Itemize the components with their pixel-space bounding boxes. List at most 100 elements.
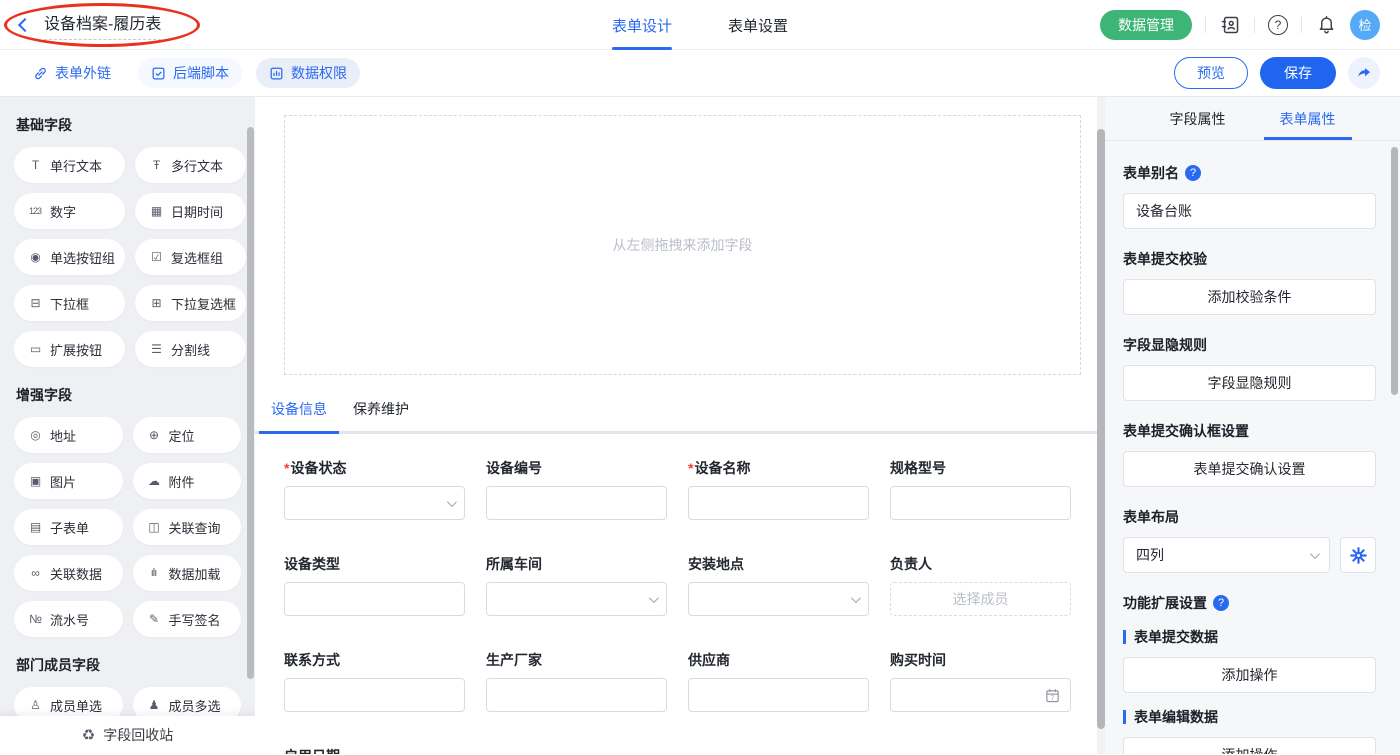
data-permission-button[interactable]: 数据权限 [256, 58, 360, 88]
device-name-input[interactable] [688, 486, 869, 520]
field-device-number[interactable]: 设备编号 [486, 458, 667, 520]
manufacturer-input[interactable] [486, 678, 667, 712]
data-manage-button[interactable]: 数据管理 [1100, 10, 1192, 40]
divider-line-icon: ☰ [148, 342, 164, 356]
field-workshop[interactable]: 所属车间 [486, 554, 667, 616]
share-button[interactable] [1348, 57, 1380, 89]
field-install-location[interactable]: 安装地点 [688, 554, 869, 616]
sidebar-item-multi-dropdown[interactable]: ⊞下拉复选框 [135, 285, 246, 321]
field-label: *设备名称 [688, 458, 869, 478]
preview-button[interactable]: 预览 [1174, 57, 1248, 89]
form-external-link-button[interactable]: 表单外链 [20, 58, 124, 88]
field-visibility-button[interactable]: 字段显隐规则 [1123, 365, 1376, 401]
help-circle-icon[interactable]: ? [1185, 165, 1201, 181]
tab-form-settings[interactable]: 表单设置 [728, 0, 788, 50]
contacts-icon[interactable] [1219, 14, 1241, 36]
device-number-input[interactable] [486, 486, 667, 520]
spec-model-input[interactable] [890, 486, 1071, 520]
recycle-icon: ♻ [82, 726, 95, 744]
sidebar-item-datetime[interactable]: ▦日期时间 [135, 193, 246, 229]
field-recycle-bin[interactable]: ♻ 字段回收站 [0, 716, 255, 754]
section-title-enhanced-fields: 增强字段 [16, 385, 239, 405]
radio-group-icon: ◉ [27, 250, 43, 264]
sidebar-scroll-thumb[interactable] [247, 127, 254, 679]
contact-input[interactable] [284, 678, 465, 712]
sidebar-item-divider-line[interactable]: ☰分割线 [135, 331, 246, 367]
link-icon [33, 66, 48, 81]
linked-query-icon: ◫ [146, 520, 162, 534]
sidebar-item-signature[interactable]: ✎手写签名 [133, 601, 242, 637]
divider [1205, 17, 1206, 33]
field-device-status[interactable]: *设备状态 [284, 458, 465, 520]
layout-settings-button[interactable] [1340, 537, 1376, 573]
sidebar-item-checkbox-group[interactable]: ☑复选框组 [135, 239, 246, 275]
sidebar-item-radio-group[interactable]: ◉单选按钮组 [14, 239, 125, 275]
notification-bell-icon[interactable] [1315, 14, 1337, 36]
recycle-label: 字段回收站 [103, 725, 173, 745]
help-circle-icon[interactable]: ? [1213, 595, 1229, 611]
form-canvas: 从左侧拖拽来添加字段 设备信息 保养维护 *设备状态 设备编号 *设备名称 规格… [255, 97, 1097, 754]
field-drop-zone[interactable]: 从左侧拖拽来添加字段 [284, 115, 1081, 375]
field-enable-date[interactable]: 启用日期 [284, 746, 465, 754]
supplier-input[interactable] [688, 678, 869, 712]
sidebar-item-single-line-text[interactable]: T单行文本 [14, 147, 125, 183]
add-validation-button[interactable]: 添加校验条件 [1123, 279, 1376, 315]
canvas-scrollbar[interactable] [1097, 97, 1105, 754]
tab-field-properties[interactable]: 字段属性 [1170, 97, 1226, 140]
page-title: 设备档案-履历表 [44, 10, 161, 40]
sidebar-item-image[interactable]: ▣图片 [14, 463, 123, 499]
sidebar-item-label: 下拉复选框 [171, 294, 236, 313]
canvas-scroll-thumb[interactable] [1097, 129, 1105, 729]
tab-form-properties[interactable]: 表单属性 [1280, 97, 1336, 140]
purchase-time-datepicker[interactable]: 7 [890, 678, 1071, 712]
tab-form-design[interactable]: 表单设计 [612, 0, 672, 50]
field-device-name[interactable]: *设备名称 [688, 458, 869, 520]
form-layout-select[interactable]: 四列 [1123, 537, 1330, 573]
confirm-box-button[interactable]: 表单提交确认设置 [1123, 451, 1376, 487]
sidebar-item-linked-data[interactable]: ∞关联数据 [14, 555, 123, 591]
sidebar-item-label: 复选框组 [171, 248, 223, 267]
sidebar-item-extend-button[interactable]: ▭扩展按钮 [14, 331, 125, 367]
field-manufacturer[interactable]: 生产厂家 [486, 650, 667, 712]
user-avatar[interactable]: 检 [1350, 10, 1380, 40]
panel-scroll-thumb[interactable] [1391, 147, 1398, 395]
workshop-select[interactable] [486, 582, 667, 616]
submit-data-add-button[interactable]: 添加操作 [1123, 657, 1376, 693]
sidebar-item-serial-number[interactable]: №流水号 [14, 601, 123, 637]
sidebar-item-linked-query[interactable]: ◫关联查询 [133, 509, 242, 545]
sidebar-item-attachment[interactable]: ☁附件 [133, 463, 242, 499]
edit-data-add-button[interactable]: 添加操作 [1123, 737, 1376, 754]
field-device-type[interactable]: 设备类型 [284, 554, 465, 616]
back-icon[interactable] [18, 17, 32, 31]
sidebar-item-subform[interactable]: ▤子表单 [14, 509, 123, 545]
serial-number-icon: № [27, 612, 43, 626]
basic-fields-grid: T单行文本 Ŧ多行文本 123数字 ▦日期时间 ◉单选按钮组 ☑复选框组 ⊟下拉… [14, 147, 241, 367]
sidebar-item-multi-line-text[interactable]: Ŧ多行文本 [135, 147, 246, 183]
tab-device-info[interactable]: 设备信息 [271, 399, 327, 431]
field-purchase-time[interactable]: 购买时间 7 [890, 650, 1071, 712]
backend-script-button[interactable]: 后端脚本 [138, 58, 242, 88]
field-supplier[interactable]: 供应商 [688, 650, 869, 712]
save-button[interactable]: 保存 [1260, 57, 1336, 89]
sidebar-item-number[interactable]: 123数字 [14, 193, 125, 229]
tab-maintenance[interactable]: 保养维护 [353, 399, 409, 431]
owner-member-picker[interactable]: 选择成员 [890, 582, 1071, 616]
form-layout-heading: 表单布局 [1123, 507, 1376, 527]
field-owner[interactable]: 负责人 选择成员 [890, 554, 1071, 616]
install-location-select[interactable] [688, 582, 869, 616]
sidebar-item-data-load[interactable]: ılı数据加载 [133, 555, 242, 591]
header-right-cluster: 数据管理 ? 检 [1100, 10, 1380, 40]
sidebar-item-dropdown[interactable]: ⊟下拉框 [14, 285, 125, 321]
field-spec-model[interactable]: 规格型号 [890, 458, 1071, 520]
sidebar-scrollbar[interactable] [247, 97, 255, 754]
field-contact[interactable]: 联系方式 [284, 650, 465, 712]
extension-settings-heading: 功能扩展设置 ? [1123, 593, 1376, 613]
device-status-select[interactable] [284, 486, 465, 520]
form-alias-input[interactable] [1123, 193, 1376, 229]
sidebar-item-address[interactable]: ◎地址 [14, 417, 123, 453]
submit-validation-heading: 表单提交校验 [1123, 249, 1376, 269]
field-label: 规格型号 [890, 458, 1071, 478]
sidebar-item-location[interactable]: ⊕定位 [133, 417, 242, 453]
device-type-input[interactable] [284, 582, 465, 616]
help-icon[interactable]: ? [1268, 15, 1288, 35]
